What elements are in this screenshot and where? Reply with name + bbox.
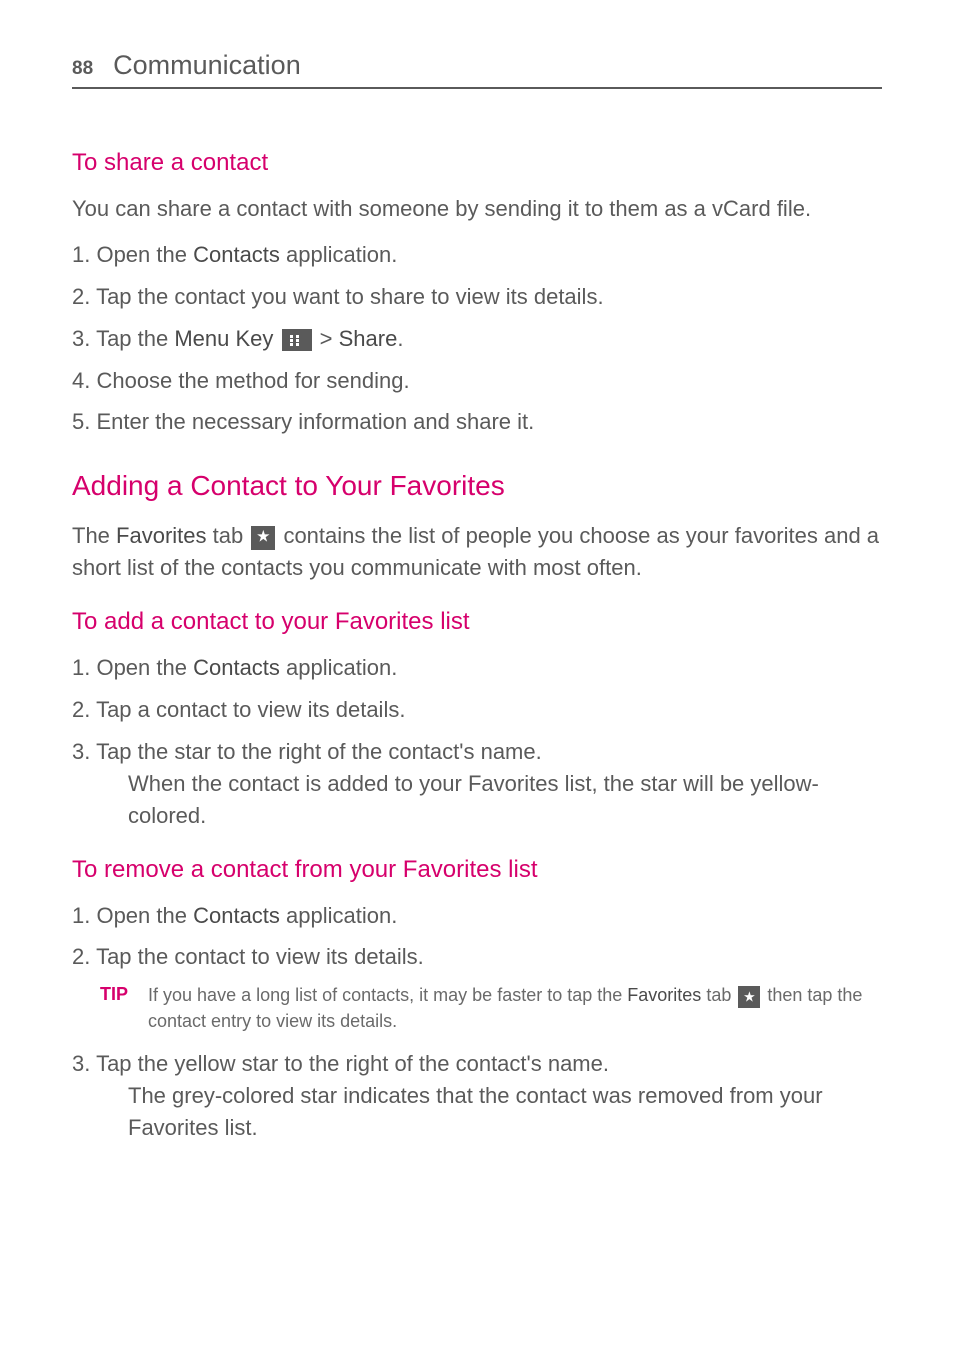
tip-text: If you have a long list of contacts, it … — [148, 983, 882, 1033]
page-header: 88 Communication — [72, 50, 882, 89]
share-step-1: 1. Open the Contacts application. — [72, 239, 882, 271]
text: 1. Open the — [72, 242, 193, 267]
share-intro: You can share a contact with someone by … — [72, 193, 882, 225]
menu-key-icon — [282, 329, 312, 351]
text-bold: Share — [339, 326, 398, 351]
text: If you have a long list of contacts, it … — [148, 985, 627, 1005]
share-step-4: 4. Choose the method for sending. — [72, 365, 882, 397]
share-step-2: 2. Tap the contact you want to share to … — [72, 281, 882, 313]
text: 3. Tap the yellow star to the right of t… — [72, 1051, 609, 1076]
text: The — [72, 523, 116, 548]
text-bold: Menu Key — [174, 326, 273, 351]
share-step-3: 3. Tap the Menu Key > Share. — [72, 323, 882, 355]
chapter-title: Communication — [113, 50, 301, 81]
share-step-5: 5. Enter the necessary information and s… — [72, 406, 882, 438]
addfav-step-3: 3. Tap the star to the right of the cont… — [72, 736, 882, 832]
addfav-step-2: 2. Tap a contact to view its details. — [72, 694, 882, 726]
text: tab — [207, 523, 250, 548]
text-bold: Favorites — [627, 985, 701, 1005]
star-icon — [738, 986, 760, 1008]
remfav-step-1: 1. Open the Contacts application. — [72, 900, 882, 932]
text-bold: Contacts — [193, 655, 280, 680]
remfav-step-3: 3. Tap the yellow star to the right of t… — [72, 1048, 882, 1144]
text: tab — [701, 985, 736, 1005]
text: 3. Tap the — [72, 326, 174, 351]
addfav-step-1: 1. Open the Contacts application. — [72, 652, 882, 684]
text-bold: Contacts — [193, 242, 280, 267]
star-icon — [251, 526, 275, 550]
text-bold: Contacts — [193, 903, 280, 928]
text-bold: Favorites — [116, 523, 206, 548]
section-title-add-favorite: To add a contact to your Favorites list — [72, 608, 882, 636]
favorites-intro: The Favorites tab contains the list of p… — [72, 520, 882, 584]
text: 3. Tap the star to the right of the cont… — [72, 739, 542, 764]
text: 1. Open the — [72, 655, 193, 680]
text: application. — [280, 242, 397, 267]
section-title-remove-favorite: To remove a contact from your Favorites … — [72, 856, 882, 884]
remfav-step-2: 2. Tap the contact to view its details. — [72, 941, 882, 973]
text: > — [314, 326, 339, 351]
section-title-share-contact: To share a contact — [72, 149, 882, 177]
tip-row: TIP If you have a long list of contacts,… — [72, 983, 882, 1033]
heading-adding-favorites: Adding a Contact to Your Favorites — [72, 470, 882, 502]
text: When the contact is added to your Favori… — [100, 768, 882, 832]
text: application. — [280, 655, 397, 680]
text: application. — [280, 903, 397, 928]
tip-label: TIP — [100, 983, 128, 1033]
page-number: 88 — [72, 58, 93, 80]
text: 1. Open the — [72, 903, 193, 928]
text: . — [397, 326, 403, 351]
text: The grey-colored star indicates that the… — [100, 1080, 882, 1144]
